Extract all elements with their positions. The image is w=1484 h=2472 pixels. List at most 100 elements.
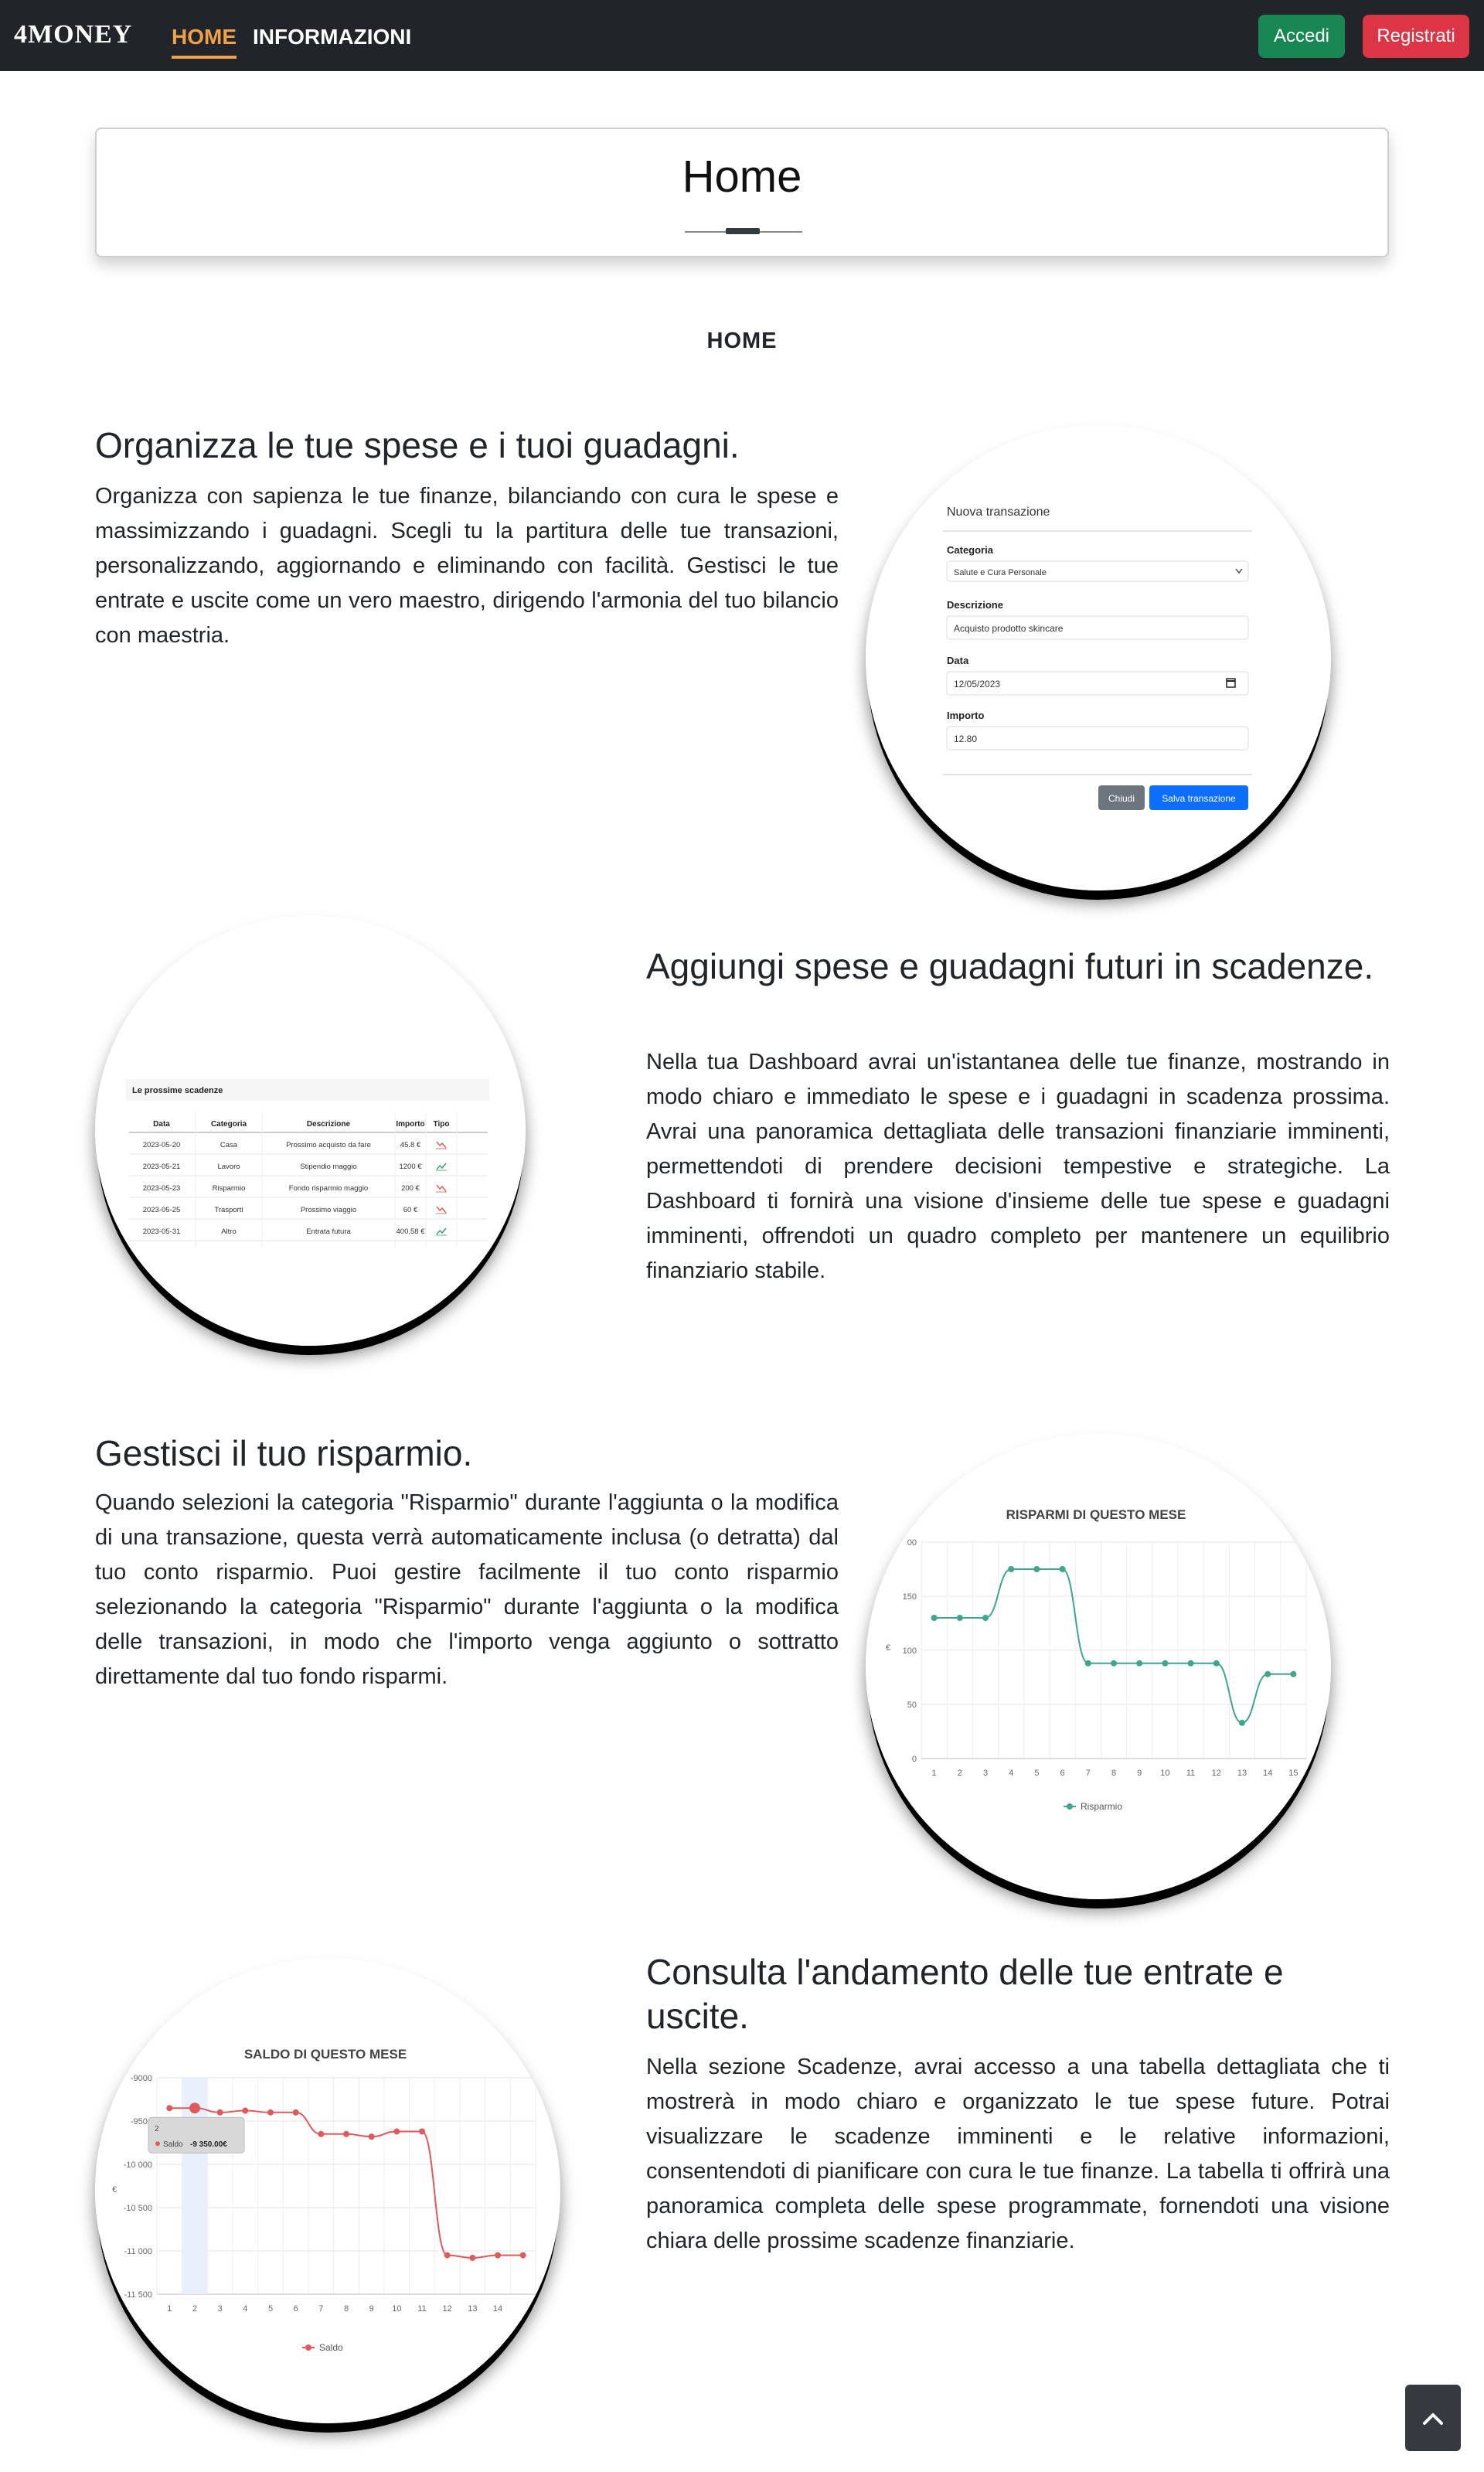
x-tick-label: 8 — [1111, 1769, 1116, 1778]
savings-chart: RISPARMI DI QUESTO MESE € 050100150001 2 3… — [866, 1434, 1331, 1899]
data-point[interactable] — [956, 1615, 963, 1621]
navbar: 4MONEY HOME INFORMAZIONI Accedi Registra… — [0, 0, 1484, 71]
data-point[interactable] — [931, 1615, 938, 1621]
y-tick-label: -11 500 — [124, 2290, 153, 2300]
feature-1-image: Nuova transazione Categoria Salute e Cur… — [866, 425, 1331, 890]
balance-legend-label: Saldo — [319, 2342, 343, 2353]
login-button[interactable]: Accedi — [1258, 15, 1345, 58]
deadline-description: Entrata futura — [306, 1227, 351, 1236]
feature-2-text: Nella tua Dashboard avrai un'istantanea … — [646, 1050, 1390, 1283]
data-point[interactable] — [318, 2130, 325, 2137]
x-tick-label: 10 — [1160, 1769, 1169, 1778]
data-point[interactable] — [1239, 1719, 1245, 1726]
x-tick-label: 5 — [1034, 1769, 1039, 1778]
data-point[interactable] — [1187, 1660, 1194, 1667]
data-point[interactable] — [1136, 1660, 1143, 1667]
y-tick-label: -11 000 — [124, 2247, 153, 2256]
feature-2-title: Aggiungi spese e guadagni futuri in scad… — [646, 946, 1374, 986]
register-button[interactable]: Registrati — [1363, 15, 1469, 58]
data-point[interactable] — [1008, 1566, 1015, 1572]
data-point[interactable] — [292, 2109, 299, 2116]
deadline-amount: 45.8 € — [400, 1141, 421, 1149]
back-to-top-button[interactable] — [1405, 2385, 1461, 2451]
x-tick-label: 6 — [1060, 1769, 1065, 1778]
x-tick-label: 9 — [369, 2304, 374, 2314]
data-point[interactable] — [1264, 1670, 1271, 1677]
deadlines-title: Le prossime scadenze — [132, 1086, 223, 1095]
deadline-description: Prossimo acquisto da fare — [286, 1141, 371, 1149]
description-label: Descrizione — [947, 599, 1003, 611]
data-point[interactable] — [419, 2128, 425, 2135]
page-title: Home — [682, 152, 802, 202]
data-point[interactable] — [166, 2105, 173, 2112]
data-point[interactable] — [982, 1615, 989, 1621]
x-tick-label: 15 — [1288, 1769, 1298, 1778]
deadline-amount: 200 € — [401, 1184, 420, 1193]
y-tick-label: -9000 — [131, 2074, 152, 2083]
y-tick-label: 100 — [903, 1646, 917, 1656]
x-tick-label: 1 — [932, 1769, 937, 1778]
deadline-date: 2023-05-31 — [143, 1227, 181, 1236]
x-tick-label: 8 — [344, 2304, 349, 2314]
tooltip-title: 2 — [155, 2125, 159, 2133]
data-point[interactable] — [343, 2130, 349, 2137]
brand-logo[interactable]: 4MONEY — [14, 20, 132, 49]
data-point[interactable] — [189, 2103, 200, 2114]
x-tick-label: 9 — [1137, 1769, 1142, 1778]
deadlines-column-header: Descrizione — [307, 1120, 351, 1129]
data-point[interactable] — [368, 2133, 375, 2140]
balance-chart: SALDO DI QUESTO MESE € -9000-9500-10 000… — [95, 1958, 560, 2423]
savings-y-axis-label: € — [886, 1643, 890, 1653]
feature-2-image: Le prossime scadenze Data Categoria Descri… — [95, 915, 526, 1346]
data-point[interactable] — [444, 2252, 451, 2259]
nav-link-informazioni[interactable]: INFORMAZIONI — [253, 25, 411, 49]
x-tick-label: 7 — [318, 2304, 323, 2314]
data-point[interactable] — [519, 2252, 526, 2259]
page-header-card: Home — [95, 128, 1389, 257]
x-tick-label: 12 — [443, 2304, 452, 2314]
deadline-date: 2023-05-21 — [143, 1163, 181, 1171]
amount-input[interactable] — [946, 726, 1249, 751]
data-point[interactable] — [1290, 1670, 1297, 1677]
feature-3-text: Quando selezioni la categoria "Risparmio… — [95, 1490, 839, 1689]
x-tick-label: 10 — [392, 2304, 401, 2314]
deadline-amount: 1200 € — [399, 1163, 422, 1171]
feature-3-image: RISPARMI DI QUESTO MESE € 0 50 100 150 00 1 2 3… — [866, 1434, 1331, 1899]
feature-1-title: Organizza le tue spese e i tuoi guadagni… — [95, 425, 740, 465]
x-tick-label: 11 — [1186, 1769, 1195, 1778]
x-tick-label: 13 — [468, 2304, 477, 2314]
x-tick-label: 11 — [417, 2304, 426, 2314]
data-point[interactable] — [1213, 1660, 1220, 1667]
date-value: 12/05/2023 — [954, 679, 1000, 690]
deadline-description: Fondo risparmio maggio — [289, 1184, 368, 1193]
data-point[interactable] — [1111, 1660, 1117, 1667]
data-point[interactable] — [242, 2107, 249, 2114]
deadline-description: Stipendio maggio — [300, 1163, 356, 1171]
data-point[interactable] — [1033, 1566, 1040, 1572]
x-tick-label: 3 — [218, 2304, 223, 2314]
y-tick-label: -10 000 — [124, 2160, 152, 2170]
feature-4-image: SALDO DI QUESTO MESE € -9000 -9500 -10 000… — [95, 1958, 560, 2423]
deadlines-table-preview: Le prossime scadenze Data Categoria Descri… — [95, 915, 526, 1346]
data-point[interactable] — [469, 2254, 476, 2261]
x-tick-label: 4 — [243, 2304, 247, 2314]
x-tick-label: 13 — [1237, 1769, 1247, 1778]
deadline-date: 2023-05-20 — [143, 1141, 181, 1149]
data-point[interactable] — [495, 2252, 501, 2259]
deadlines-column-header: Tipo — [434, 1120, 450, 1129]
deadline-date: 2023-05-25 — [143, 1206, 181, 1214]
data-point[interactable] — [216, 2109, 223, 2116]
savings-legend-label: Risparmio — [1081, 1801, 1122, 1812]
data-point[interactable] — [1059, 1566, 1066, 1572]
x-tick-label: 3 — [983, 1769, 988, 1778]
data-point[interactable] — [267, 2109, 274, 2116]
description-value: Acquisto prodotto skincare — [954, 623, 1064, 634]
savings-chart-title: RISPARMI DI QUESTO MESE — [1006, 1507, 1186, 1522]
data-point[interactable] — [1162, 1660, 1169, 1667]
deadlines-column-header: Categoria — [211, 1120, 247, 1129]
deadline-description: Prossimo viaggio — [301, 1206, 356, 1214]
nav-link-home[interactable]: HOME — [172, 25, 237, 59]
data-point[interactable] — [1084, 1660, 1091, 1667]
y-tick-label: 00 — [907, 1538, 917, 1548]
data-point[interactable] — [393, 2128, 400, 2135]
